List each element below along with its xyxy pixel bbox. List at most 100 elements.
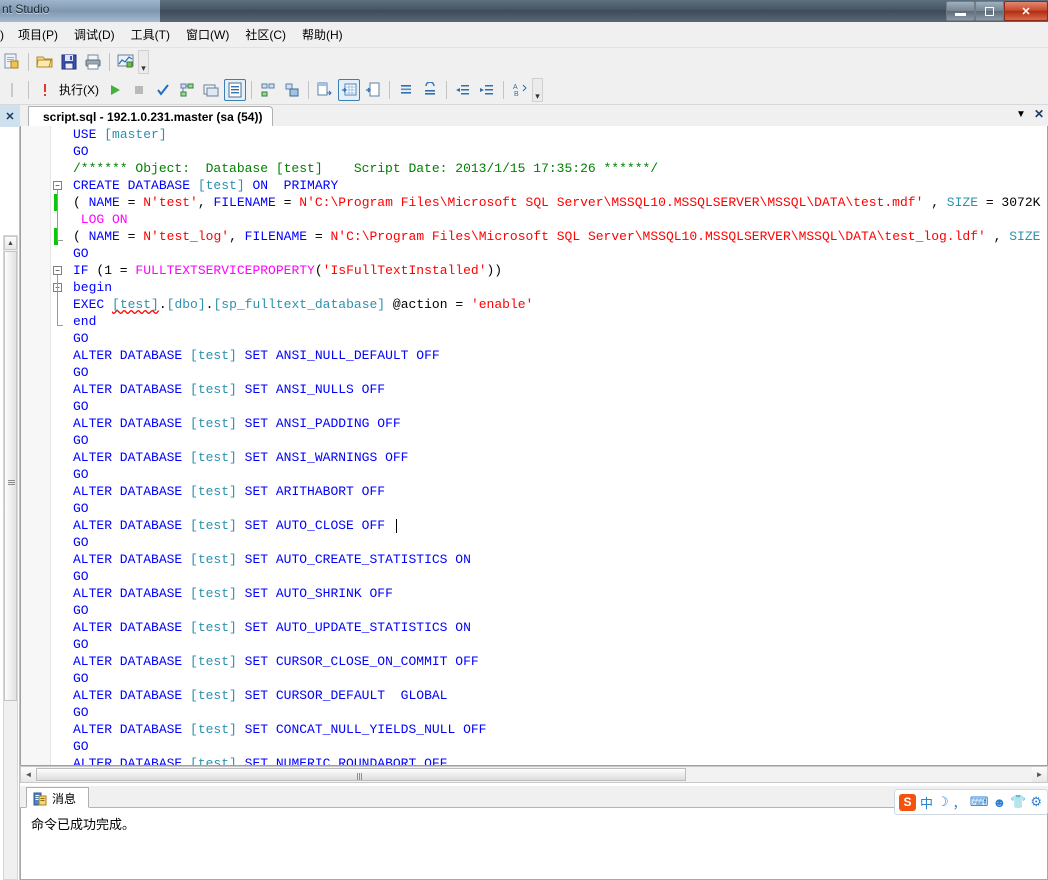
- new-query-icon[interactable]: [1, 51, 23, 73]
- restore-button[interactable]: [975, 1, 1004, 21]
- code-line[interactable]: GO: [51, 534, 1047, 551]
- hscroll-thumb[interactable]: [36, 768, 686, 781]
- code-line[interactable]: GO: [51, 143, 1047, 160]
- chinese-mode-icon[interactable]: 中: [920, 793, 933, 812]
- code-line[interactable]: ALTER DATABASE [test] SET CURSOR_CLOSE_O…: [51, 653, 1047, 670]
- code-line[interactable]: /****** Object: Database [test] Script D…: [51, 160, 1047, 177]
- parse-check-icon[interactable]: [152, 79, 174, 101]
- code-line[interactable]: USE [master]: [51, 126, 1047, 143]
- left-panel-vertical-scrollbar[interactable]: ▲: [3, 235, 18, 880]
- results-to-grid-icon[interactable]: [314, 79, 336, 101]
- code-line[interactable]: GO: [51, 670, 1047, 687]
- increase-indent-icon[interactable]: [476, 79, 498, 101]
- moon-icon[interactable]: ☽: [937, 794, 949, 810]
- soft-keyboard-icon[interactable]: ⌨: [970, 794, 989, 810]
- code-line[interactable]: GO: [51, 432, 1047, 449]
- run-icon[interactable]: [104, 79, 126, 101]
- code-line[interactable]: ALTER DATABASE [test] SET ANSI_WARNINGS …: [51, 449, 1047, 466]
- code-line[interactable]: LOG ON: [51, 211, 1047, 228]
- comment-icon[interactable]: [395, 79, 417, 101]
- code-line[interactable]: GO: [51, 245, 1047, 262]
- skin-icon[interactable]: 👕: [1010, 794, 1026, 810]
- scroll-thumb[interactable]: [4, 251, 17, 701]
- user-icon[interactable]: ☻: [992, 795, 1006, 810]
- code-line[interactable]: begin: [51, 279, 1047, 296]
- code-token: PRIMARY: [283, 178, 339, 193]
- code-line[interactable]: GO: [51, 398, 1047, 415]
- uncomment-icon[interactable]: [419, 79, 441, 101]
- debug-icon[interactable]: [34, 79, 56, 101]
- code-line[interactable]: ( NAME = N'test', FILENAME = N'C:\Progra…: [51, 194, 1047, 211]
- tools-icon[interactable]: ⚙: [1030, 794, 1042, 810]
- execute-label[interactable]: 执行(X): [59, 81, 99, 98]
- sql-toolbar-overflow[interactable]: ▾: [532, 77, 543, 102]
- include-actual-plan-icon[interactable]: [257, 79, 279, 101]
- fold-toggle-icon[interactable]: −: [53, 181, 62, 190]
- decrease-indent-icon[interactable]: [452, 79, 474, 101]
- sort-az-icon[interactable]: A B: [509, 79, 531, 101]
- code-line[interactable]: GO: [51, 704, 1047, 721]
- editor-code-area[interactable]: USE [master] GO/****** Object: Database […: [51, 126, 1047, 765]
- code-line[interactable]: ALTER DATABASE [test] SET CONCAT_NULL_YI…: [51, 721, 1047, 738]
- code-line[interactable]: ALTER DATABASE [test] SET ANSI_PADDING O…: [51, 415, 1047, 432]
- code-line[interactable]: IF (1 = FULLTEXTSERVICEPROPERTY('IsFullT…: [51, 262, 1047, 279]
- tab-close-icon[interactable]: ✕: [1034, 107, 1044, 121]
- code-line[interactable]: ALTER DATABASE [test] SET AUTO_UPDATE_ST…: [51, 619, 1047, 636]
- code-line[interactable]: GO: [51, 466, 1047, 483]
- code-line[interactable]: GO: [51, 636, 1047, 653]
- code-line[interactable]: ALTER DATABASE [test] SET AUTO_CREATE_ST…: [51, 551, 1047, 568]
- tab-messages[interactable]: 消息: [26, 787, 90, 808]
- code-line[interactable]: ALTER DATABASE [test] SET ANSI_NULL_DEFA…: [51, 347, 1047, 364]
- display-estimated-plan-icon[interactable]: [176, 79, 198, 101]
- menu-partial[interactable]: ): [0, 25, 10, 45]
- code-line[interactable]: ALTER DATABASE [test] SET NUMERIC_ROUNDA…: [51, 755, 1047, 765]
- tab-script-sql[interactable]: script.sql - 192.1.0.231.master (sa (54)…: [28, 106, 274, 126]
- sogou-logo-icon[interactable]: S: [899, 793, 916, 811]
- code-line[interactable]: ( NAME = N'test_log', FILENAME = N'C:\Pr…: [51, 228, 1047, 245]
- code-line[interactable]: GO: [51, 364, 1047, 381]
- menu-window[interactable]: 窗口(W): [178, 23, 237, 46]
- code-line[interactable]: GO: [51, 500, 1047, 517]
- scroll-right-icon[interactable]: ►: [1032, 767, 1047, 782]
- left-panel-close-icon[interactable]: ✕: [0, 105, 20, 127]
- punctuation-icon[interactable]: ，: [953, 793, 966, 812]
- menu-community[interactable]: 社区(C): [237, 23, 294, 46]
- code-line[interactable]: ALTER DATABASE [test] SET AUTO_SHRINK OF…: [51, 585, 1047, 602]
- code-line[interactable]: CREATE DATABASE [test] ON PRIMARY: [51, 177, 1047, 194]
- close-button[interactable]: ✕: [1004, 1, 1048, 21]
- code-token: SET CURSOR_CLOSE_ON_COMMIT OFF: [236, 654, 479, 669]
- menu-debug[interactable]: 调试(D): [66, 23, 123, 46]
- standard-toolbar-overflow[interactable]: ▾: [138, 49, 149, 74]
- code-line[interactable]: ALTER DATABASE [test] SET AUTO_CLOSE OFF: [51, 517, 1047, 534]
- code-line[interactable]: GO: [51, 602, 1047, 619]
- menu-project[interactable]: 项目(P): [10, 23, 66, 46]
- code-line[interactable]: ALTER DATABASE [test] SET ARITHABORT OFF: [51, 483, 1047, 500]
- code-line[interactable]: ALTER DATABASE [test] SET ANSI_NULLS OFF: [51, 381, 1047, 398]
- scroll-left-icon[interactable]: ◄: [21, 767, 36, 782]
- code-line[interactable]: end: [51, 313, 1047, 330]
- include-client-statistics-icon[interactable]: [281, 79, 303, 101]
- sql-editor[interactable]: USE [master] GO/****** Object: Database […: [20, 126, 1048, 766]
- ime-toolbar[interactable]: S 中 ☽ ， ⌨ ☻ 👕 ⚙: [894, 789, 1048, 815]
- activity-monitor-icon[interactable]: [115, 51, 137, 73]
- save-icon[interactable]: [58, 51, 80, 73]
- menu-tools[interactable]: 工具(T): [123, 23, 178, 46]
- open-file-icon[interactable]: [34, 51, 56, 73]
- results-to-text-grid-icon[interactable]: [338, 78, 360, 101]
- results-to-file-icon[interactable]: [362, 79, 384, 101]
- code-line[interactable]: EXEC [test].[dbo].[sp_fulltext_database]…: [51, 296, 1047, 313]
- code-line[interactable]: GO: [51, 568, 1047, 585]
- code-line[interactable]: GO: [51, 738, 1047, 755]
- code-line[interactable]: GO: [51, 330, 1047, 347]
- scroll-up-icon[interactable]: ▲: [4, 236, 17, 250]
- stop-icon[interactable]: [128, 79, 150, 101]
- fold-toggle-icon[interactable]: −: [53, 266, 62, 275]
- print-icon[interactable]: [82, 51, 104, 73]
- code-line[interactable]: ALTER DATABASE [test] SET CURSOR_DEFAULT…: [51, 687, 1047, 704]
- results-to-text-icon[interactable]: [224, 78, 246, 101]
- query-options-icon[interactable]: [200, 79, 222, 101]
- tab-dropdown-icon[interactable]: ▼: [1016, 109, 1026, 120]
- menu-help[interactable]: 帮助(H): [294, 23, 351, 46]
- minimize-button[interactable]: [946, 1, 975, 21]
- editor-horizontal-scrollbar[interactable]: ◄ ►: [20, 766, 1048, 783]
